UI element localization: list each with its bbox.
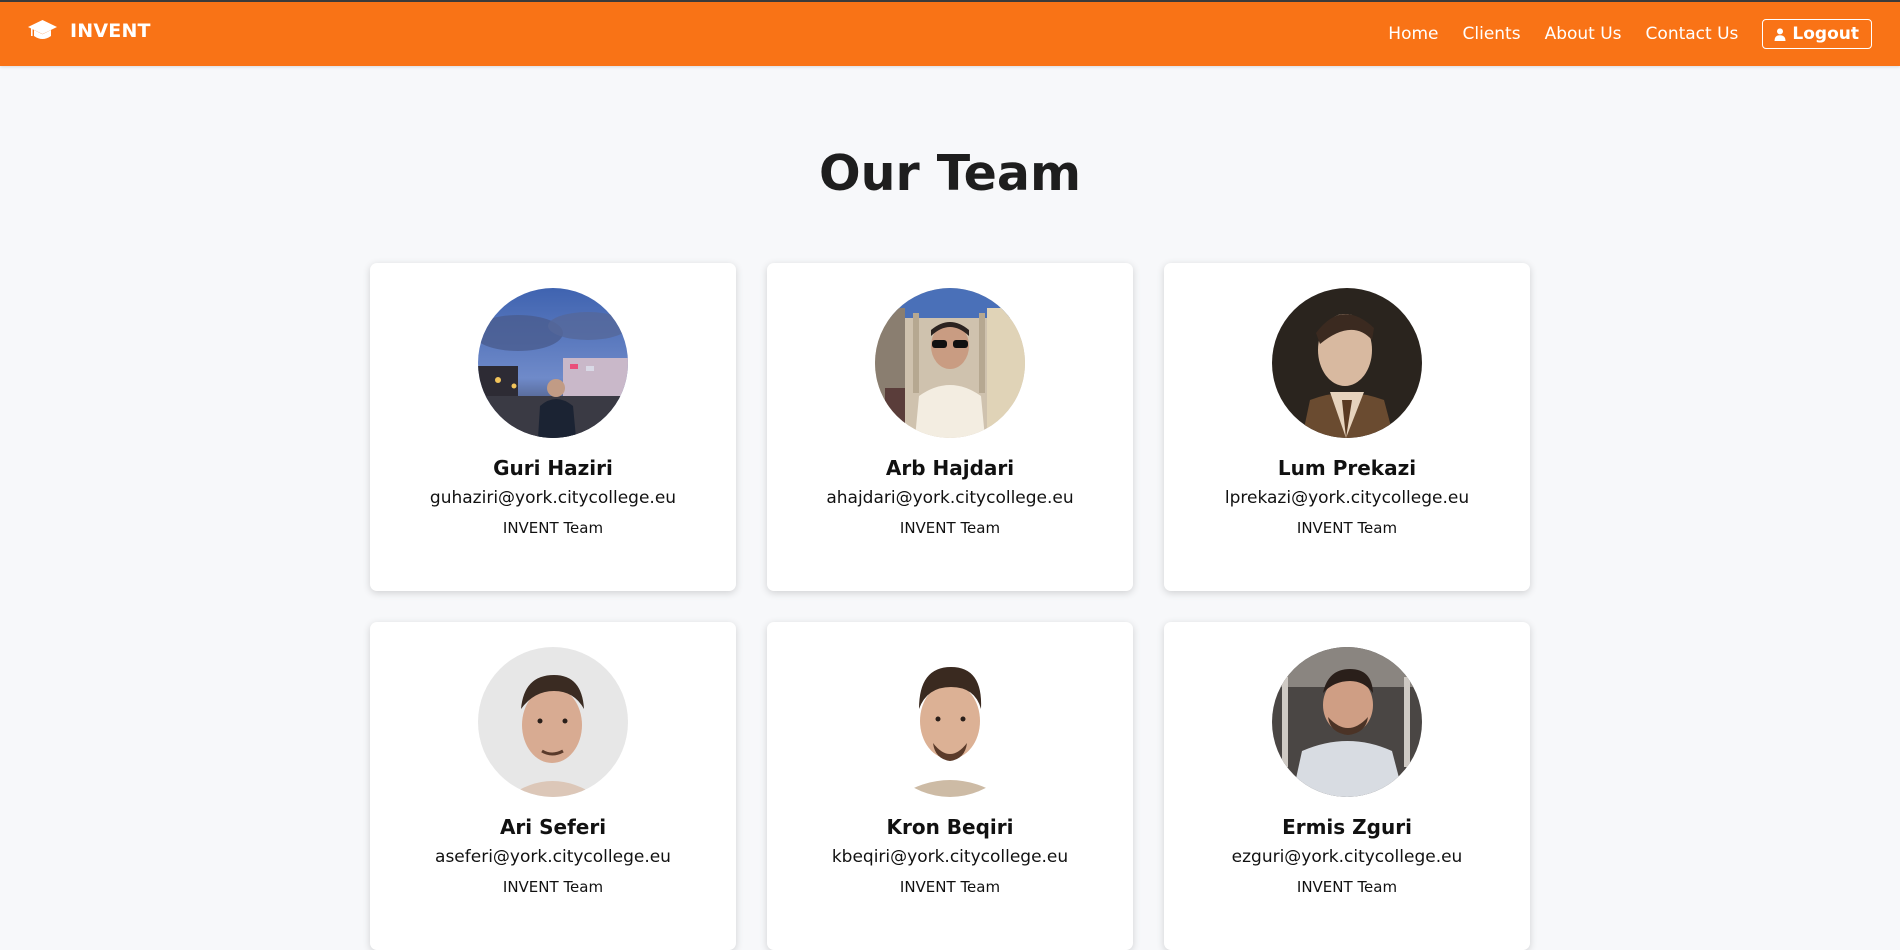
member-team: INVENT Team bbox=[1296, 519, 1398, 537]
avatar bbox=[875, 647, 1025, 797]
nav-link-about-us[interactable]: About Us bbox=[1545, 19, 1622, 49]
member-team: INVENT Team bbox=[502, 519, 604, 537]
team-card: Ermis Zguri ezguri@york.citycollege.eu I… bbox=[1164, 622, 1530, 950]
avatar bbox=[875, 288, 1025, 438]
team-card: Ari Seferi aseferi@york.citycollege.eu I… bbox=[370, 622, 736, 950]
navbar: INVENT Home Clients About Us Contact Us … bbox=[0, 0, 1900, 66]
team-card: Arb Hajdari ahajdari@york.citycollege.eu… bbox=[767, 263, 1133, 591]
member-email: ezguri@york.citycollege.eu bbox=[1231, 847, 1463, 867]
nav-links: Home Clients About Us Contact Us Logout bbox=[1364, 19, 1872, 49]
member-email: guhaziri@york.citycollege.eu bbox=[429, 488, 677, 508]
team-grid: Guri Haziri guhaziri@york.citycollege.eu… bbox=[370, 263, 1530, 950]
member-name: Ari Seferi bbox=[499, 815, 607, 839]
member-team: INVENT Team bbox=[899, 519, 1001, 537]
nav-link-contact-us[interactable]: Contact Us bbox=[1646, 19, 1739, 49]
member-name: Kron Beqiri bbox=[886, 815, 1014, 839]
avatar bbox=[478, 288, 628, 438]
avatar bbox=[478, 647, 628, 797]
avatar bbox=[1272, 647, 1422, 797]
member-team: INVENT Team bbox=[1296, 878, 1398, 896]
user-icon bbox=[1774, 27, 1786, 41]
brand-name: INVENT bbox=[70, 20, 151, 42]
brand-logo[interactable]: INVENT bbox=[27, 19, 151, 43]
member-email: lprekazi@york.citycollege.eu bbox=[1224, 488, 1470, 508]
member-name: Lum Prekazi bbox=[1277, 456, 1417, 480]
logout-label: Logout bbox=[1792, 24, 1859, 44]
member-team: INVENT Team bbox=[502, 878, 604, 896]
team-card: Guri Haziri guhaziri@york.citycollege.eu… bbox=[370, 263, 736, 591]
member-email: ahajdari@york.citycollege.eu bbox=[826, 488, 1074, 508]
member-name: Ermis Zguri bbox=[1282, 815, 1412, 839]
nav-link-home[interactable]: Home bbox=[1388, 19, 1438, 49]
member-name: Arb Hajdari bbox=[885, 456, 1015, 480]
member-email: kbeqiri@york.citycollege.eu bbox=[831, 847, 1069, 867]
nav-link-clients[interactable]: Clients bbox=[1463, 19, 1521, 49]
member-name: Guri Haziri bbox=[493, 456, 613, 480]
graduation-cap-icon bbox=[28, 20, 57, 39]
member-email: aseferi@york.citycollege.eu bbox=[435, 847, 671, 867]
avatar bbox=[1272, 288, 1422, 438]
page-title: Our Team bbox=[818, 145, 1082, 202]
team-card: Lum Prekazi lprekazi@york.citycollege.eu… bbox=[1164, 263, 1530, 591]
logout-button[interactable]: Logout bbox=[1762, 19, 1872, 49]
member-team: INVENT Team bbox=[899, 878, 1001, 896]
team-card: Kron Beqiri kbeqiri@york.citycollege.eu … bbox=[767, 622, 1133, 950]
